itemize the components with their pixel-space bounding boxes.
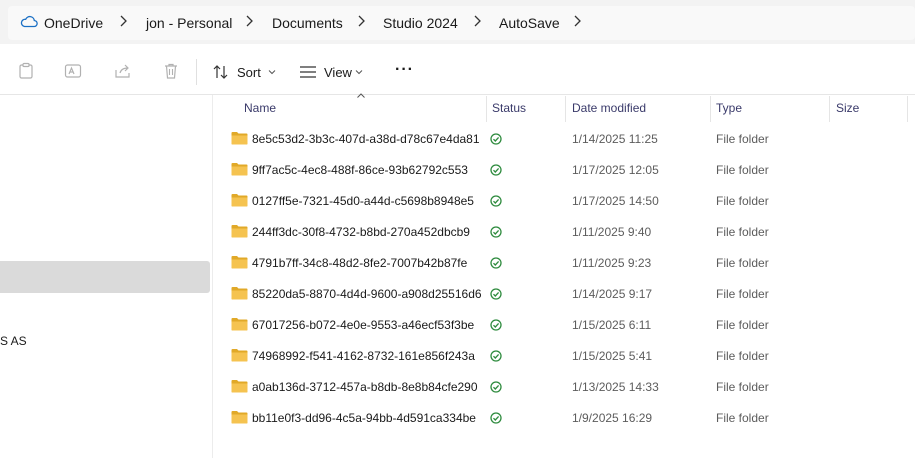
file-type: File folder (716, 163, 769, 177)
file-type: File folder (716, 349, 769, 363)
date-modified: 1/13/2025 14:33 (572, 380, 659, 394)
column-header-name[interactable]: Name (244, 101, 276, 115)
chevron-right-icon[interactable] (472, 14, 482, 28)
column-separator[interactable] (829, 96, 830, 122)
column-header-date-modified[interactable]: Date modified (572, 101, 646, 115)
table-row[interactable]: 85220da5-8870-4d4d-9600-a908d25516d6 1/14… (222, 279, 915, 310)
column-header-status[interactable]: Status (492, 101, 526, 115)
column-separator[interactable] (907, 96, 908, 122)
file-name[interactable]: 244ff3dc-30f8-4732-b8bd-270a452dbcb9 (252, 225, 470, 239)
sync-status-icon (490, 226, 502, 238)
sync-status-icon (490, 412, 502, 424)
date-modified: 1/11/2025 9:40 (572, 225, 652, 239)
folder-icon (231, 194, 248, 207)
rename-icon[interactable] (64, 62, 82, 80)
folder-icon (231, 318, 248, 331)
file-name[interactable]: bb11e0f3-dd96-4c5a-94bb-4d591ca334be (252, 411, 476, 425)
file-type: File folder (716, 132, 769, 146)
breadcrumb-item-personal[interactable]: jon - Personal (146, 15, 232, 31)
table-row[interactable]: 74968992-f541-4162-8732-161e856f243a 1/15… (222, 341, 915, 372)
file-name[interactable]: 67017256-b072-4e0e-9553-a46ecf53f3be (252, 318, 474, 332)
folder-icon (231, 411, 248, 424)
sort-button[interactable]: Sort (237, 65, 261, 85)
sync-status-icon (490, 133, 502, 145)
view-icon[interactable] (299, 65, 317, 79)
date-modified: 1/17/2025 14:50 (572, 194, 659, 208)
date-modified: 1/15/2025 6:11 (572, 318, 652, 332)
breadcrumb[interactable] (8, 6, 915, 40)
date-modified: 1/11/2025 9:23 (572, 256, 652, 270)
sort-ascending-indicator-icon (357, 93, 365, 98)
onedrive-cloud-icon (20, 15, 38, 28)
date-modified: 1/14/2025 9:17 (572, 287, 653, 301)
folder-icon (231, 132, 248, 145)
file-name[interactable]: 74968992-f541-4162-8732-161e856f243a (252, 349, 475, 363)
chevron-right-icon[interactable] (356, 14, 366, 28)
share-icon[interactable] (114, 62, 132, 80)
sync-status-icon (490, 164, 502, 176)
folder-icon (231, 225, 248, 238)
sync-status-icon (490, 381, 502, 393)
date-modified: 1/9/2025 16:29 (572, 411, 653, 425)
date-modified: 1/14/2025 11:25 (572, 132, 658, 146)
command-bar (0, 48, 915, 95)
breadcrumb-item-onedrive[interactable]: OneDrive (44, 15, 103, 31)
nav-item-label[interactable]: S AS (0, 334, 27, 348)
column-separator[interactable] (486, 96, 487, 122)
sync-status-icon (490, 319, 502, 331)
file-name[interactable]: a0ab136d-3712-457a-b8db-8e8b84cfe290 (252, 380, 478, 394)
table-row[interactable]: 244ff3dc-30f8-4732-b8bd-270a452dbcb9 1/11… (222, 217, 915, 248)
file-type: File folder (716, 411, 769, 425)
table-row[interactable]: 4791b7ff-34c8-48d2-8fe2-7007b42b87fe 1/11… (222, 248, 915, 279)
file-name[interactable]: 4791b7ff-34c8-48d2-8fe2-7007b42b87fe (252, 256, 467, 270)
table-row[interactable]: a0ab136d-3712-457a-b8db-8e8b84cfe290 1/13… (222, 372, 915, 403)
file-name[interactable]: 9ff7ac5c-4ec8-488f-86ce-93b62792c553 (252, 163, 468, 177)
folder-icon (231, 163, 248, 176)
pane-splitter[interactable] (212, 95, 213, 458)
sync-status-icon (490, 288, 502, 300)
file-type: File folder (716, 318, 769, 332)
column-separator[interactable] (710, 96, 711, 122)
folder-icon (231, 380, 248, 393)
file-type: File folder (716, 256, 769, 270)
chevron-down-icon[interactable] (268, 69, 276, 75)
sync-status-icon (490, 350, 502, 362)
date-modified: 1/17/2025 12:05 (572, 163, 659, 177)
paste-icon[interactable] (17, 62, 35, 80)
table-row[interactable]: bb11e0f3-dd96-4c5a-94bb-4d591ca334be 1/9/… (222, 403, 915, 434)
table-row[interactable]: 8e5c53d2-3b3c-407d-a38d-d78c67e4da81 1/14… (222, 124, 915, 155)
delete-icon[interactable] (162, 62, 180, 80)
sort-icon[interactable] (212, 63, 230, 81)
more-options-button[interactable]: ··· (395, 61, 414, 81)
column-header-type[interactable]: Type (716, 101, 742, 115)
column-header-size[interactable]: Size (836, 101, 859, 115)
folder-icon (231, 349, 248, 362)
chevron-right-icon[interactable] (244, 14, 254, 28)
breadcrumb-item-autosave[interactable]: AutoSave (499, 15, 560, 31)
date-modified: 1/15/2025 5:41 (572, 349, 653, 363)
sync-status-icon (490, 195, 502, 207)
table-row[interactable]: 9ff7ac5c-4ec8-488f-86ce-93b62792c553 1/17… (222, 155, 915, 186)
file-type: File folder (716, 380, 769, 394)
folder-icon (231, 287, 248, 300)
breadcrumb-item-studio[interactable]: Studio 2024 (383, 15, 458, 31)
file-name[interactable]: 0127ff5e-7321-45d0-a44d-c5698b8948e5 (252, 194, 474, 208)
table-row[interactable]: 67017256-b072-4e0e-9553-a46ecf53f3be 1/15… (222, 310, 915, 341)
file-name[interactable]: 85220da5-8870-4d4d-9600-a908d25516d6 (252, 287, 482, 301)
file-type: File folder (716, 287, 769, 301)
file-type: File folder (716, 194, 769, 208)
chevron-down-icon[interactable] (355, 69, 363, 75)
folder-icon (231, 256, 248, 269)
view-button[interactable]: View (324, 65, 352, 85)
chevron-right-icon[interactable] (118, 14, 128, 28)
nav-selected-item[interactable] (0, 261, 210, 293)
sync-status-icon (490, 257, 502, 269)
chevron-right-icon[interactable] (572, 14, 582, 28)
file-type: File folder (716, 225, 769, 239)
table-row[interactable]: 0127ff5e-7321-45d0-a44d-c5698b8948e5 1/17… (222, 186, 915, 217)
breadcrumb-item-documents[interactable]: Documents (272, 15, 343, 31)
column-separator[interactable] (565, 96, 566, 122)
file-name[interactable]: 8e5c53d2-3b3c-407d-a38d-d78c67e4da81 (252, 132, 480, 146)
toolbar-divider (196, 59, 197, 85)
